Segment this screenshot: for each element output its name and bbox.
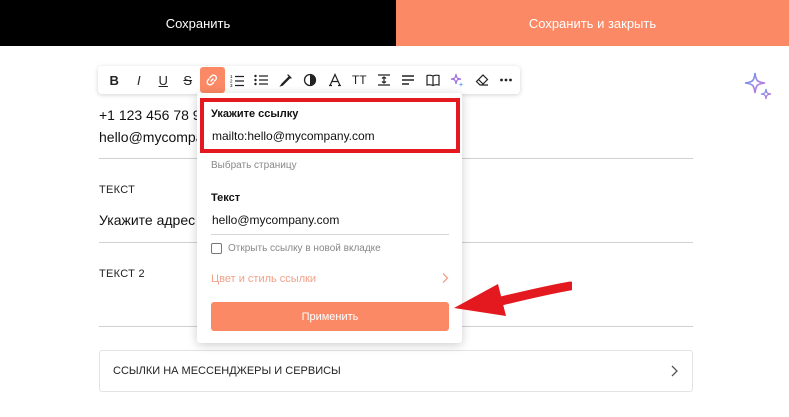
bullet-list-icon	[254, 74, 269, 86]
underline-button[interactable]: U	[151, 67, 176, 93]
link-url-input[interactable]	[212, 129, 452, 143]
align-button[interactable]	[396, 67, 421, 93]
open-new-tab-checkbox[interactable]	[211, 243, 222, 254]
text-color-button[interactable]	[274, 67, 299, 93]
chevron-right-icon[interactable]	[440, 272, 450, 284]
apply-button[interactable]: Применить	[211, 302, 449, 331]
ordered-list-button[interactable]: 123	[225, 67, 250, 93]
bold-button[interactable]: B	[102, 67, 127, 93]
font-button[interactable]	[323, 67, 348, 93]
contrast-button[interactable]	[298, 67, 323, 93]
section-label-text2: ТЕКСТ 2	[99, 268, 145, 280]
ai-sparkle-icon[interactable]	[742, 70, 774, 102]
ordered-list-icon: 123	[230, 74, 244, 87]
align-left-icon	[402, 75, 415, 85]
more-icon	[500, 78, 513, 82]
eyedropper-icon	[279, 74, 292, 87]
address-text[interactable]: Укажите адрес в	[99, 212, 206, 228]
eraser-icon	[475, 74, 489, 86]
save-and-close-button[interactable]: Сохранить и закрыть	[396, 0, 789, 46]
contrast-icon	[304, 73, 317, 87]
strikethrough-button[interactable]: S	[176, 67, 201, 93]
messengers-links-label: ССЫЛКИ НА МЕССЕНДЖЕРЫ И СЕРВИСЫ	[113, 365, 341, 377]
link-icon	[206, 74, 218, 86]
save-button[interactable]: Сохранить	[0, 0, 396, 46]
chevron-right-icon	[671, 365, 678, 377]
line-height-button[interactable]	[372, 67, 397, 93]
ai-button[interactable]	[445, 67, 470, 93]
messengers-links-row[interactable]: ССЫЛКИ НА МЕССЕНДЖЕРЫ И СЕРВИСЫ	[99, 350, 693, 392]
input-underline	[211, 234, 449, 235]
book-button[interactable]	[421, 67, 446, 93]
font-icon	[328, 73, 341, 87]
link-button[interactable]	[200, 67, 225, 93]
link-text-input[interactable]	[212, 213, 448, 227]
bullet-list-button[interactable]	[249, 67, 274, 93]
italic-button[interactable]: I	[127, 67, 152, 93]
more-button[interactable]	[494, 67, 519, 93]
line-height-icon	[377, 74, 390, 86]
link-field-label: Укажите ссылку	[211, 108, 299, 120]
top-bar: Сохранить Сохранить и закрыть	[0, 0, 789, 46]
text-size-button[interactable]: TT	[347, 67, 372, 93]
link-style-toggle[interactable]: Цвет и стиль ссылки	[211, 273, 316, 285]
choose-page-link[interactable]: Выбрать страницу	[211, 160, 297, 171]
section-label-text: ТЕКСТ	[99, 184, 136, 196]
open-new-tab-label[interactable]: Открыть ссылку в новой вкладке	[228, 243, 381, 254]
sparkle-icon	[451, 73, 464, 87]
book-icon	[426, 74, 440, 87]
phone-text[interactable]: +1 123 456 78 90	[99, 107, 208, 123]
formatting-toolbar: B I U S 123 TT	[98, 66, 520, 94]
svg-text:3: 3	[230, 83, 233, 87]
clear-format-button[interactable]	[470, 67, 495, 93]
red-arrow-annotation	[454, 281, 572, 316]
text-field-label: Текст	[211, 192, 241, 204]
